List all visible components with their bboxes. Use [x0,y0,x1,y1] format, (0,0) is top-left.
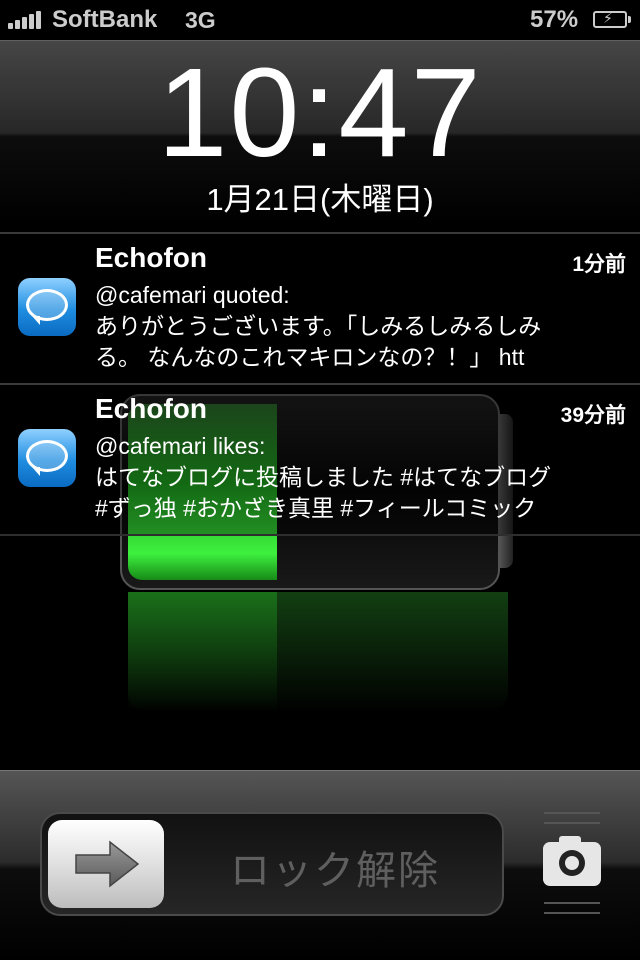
notification-time: 39分前 [560,404,626,427]
camera-icon[interactable] [543,836,601,886]
divider [544,812,600,814]
status-bar: SoftBank 3G 57% ⚡ [0,0,640,40]
lock-date: 1月21日(木曜日) [206,182,434,217]
notification-item[interactable]: Echofon 1分前 @cafemari quoted: ありがとうございます… [0,232,640,383]
signal-bars-icon [8,11,48,29]
unlock-label: ロック解除 [230,849,440,893]
notification-line: ありがとうございます。「しみるしみるしみ [95,313,542,339]
echofon-app-icon [18,429,76,487]
echofon-app-icon [18,278,76,336]
notification-line: る。 なんなのこれマキロンなの？！」 htt [95,344,525,370]
divider [544,912,600,914]
notification-line: @cafemari quoted: [95,282,290,308]
notification-app-name: Echofon [95,393,207,424]
notification-item[interactable]: Echofon 39分前 @cafemari likes: はてなブログに投稿し… [0,383,640,534]
notification-line: #ずっ独 #おかざき真里 #フィールコミック [95,495,537,521]
network-type: 3G [185,7,216,33]
divider [544,822,600,824]
unlock-slider-knob[interactable] [48,820,164,908]
divider [544,902,600,904]
notification-app-name: Echofon [95,242,207,273]
battery-charging-icon: ⚡ [593,10,631,28]
battery-percentage: 57% [530,6,579,33]
notification-line: はてなブログに投稿しました #はてなブログ [95,464,552,490]
notification-body: @cafemari likes: はてなブログに投稿しました #はてなブログ #… [95,431,625,524]
battery-reflection-fill [128,592,277,712]
battery-reflection [128,592,508,712]
notification-body: @cafemari quoted: ありがとうございます。「しみるしみるしみ る… [95,280,625,373]
divider [0,534,640,536]
lock-time: 10:47 [157,42,483,183]
notification-line: @cafemari likes: [95,433,266,459]
arrow-right-icon [75,840,140,888]
carrier-name: SoftBank [52,6,158,33]
notification-time: 1分前 [572,253,626,276]
